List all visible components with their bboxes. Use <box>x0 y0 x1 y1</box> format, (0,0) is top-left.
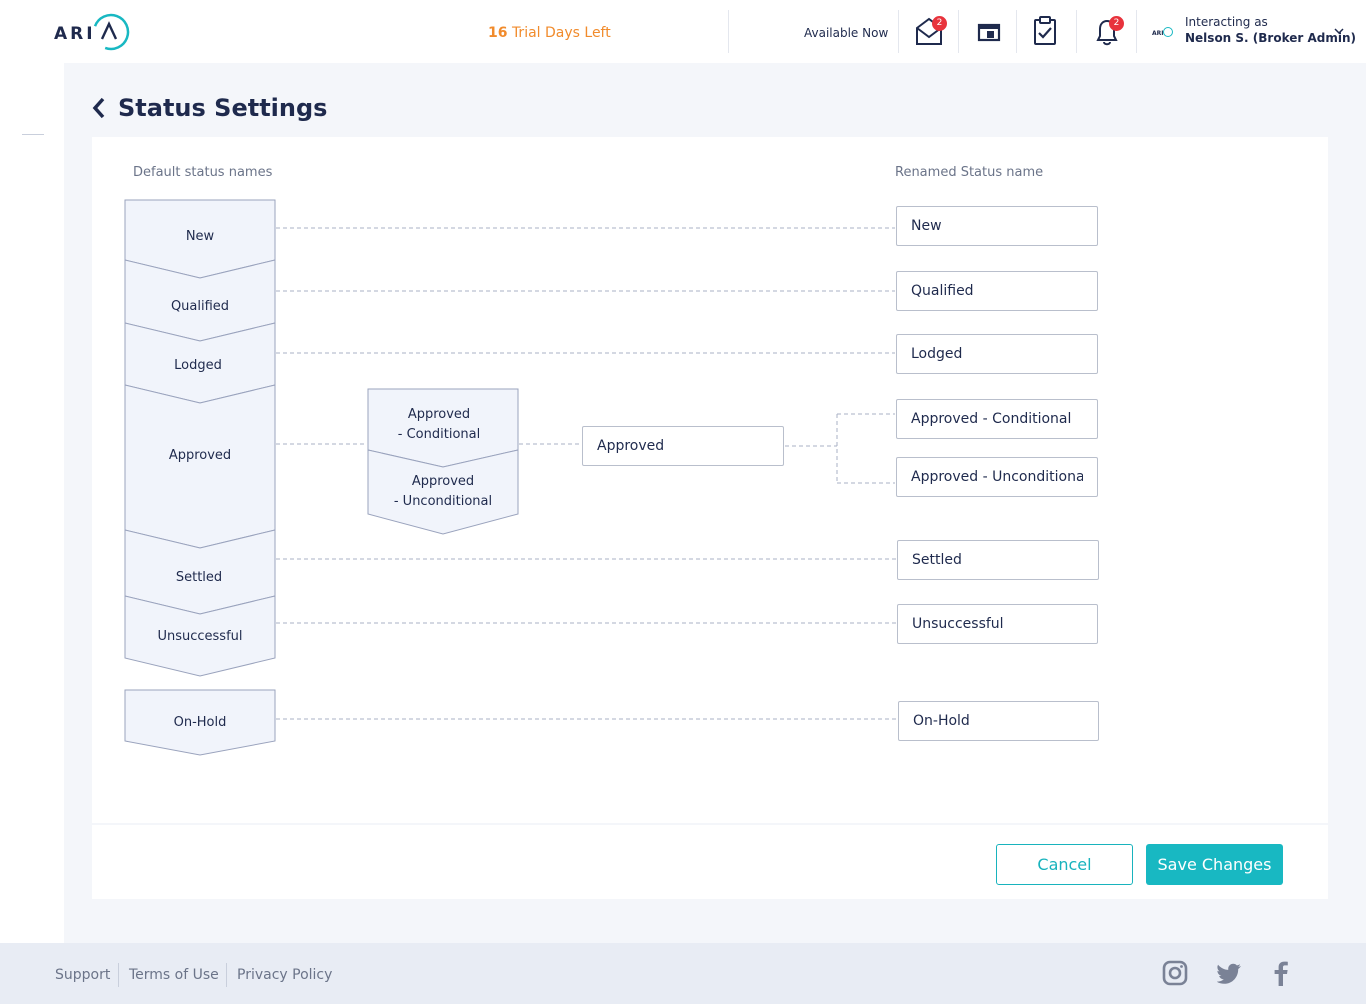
instagram-icon[interactable] <box>1162 960 1188 986</box>
renamed-status-input-settled[interactable] <box>897 540 1099 580</box>
footer-divider <box>118 963 119 987</box>
status-label-line: Approved <box>411 474 475 489</box>
header-divider <box>898 10 899 53</box>
facebook-icon[interactable] <box>1268 960 1294 986</box>
page-title: Status Settings <box>118 94 328 122</box>
interacting-as-label: Interacting as <box>1185 15 1268 29</box>
chevron-down-icon[interactable] <box>1334 27 1344 35</box>
status-label-approved-conditional: Approved - Conditional <box>368 405 510 445</box>
status-label-line: Approved <box>407 407 471 422</box>
status-label-lodged: Lodged <box>174 358 222 373</box>
status-label-settled: Settled <box>175 570 223 585</box>
renamed-status-input-on-hold[interactable] <box>898 701 1099 741</box>
save-changes-button[interactable]: Save Changes <box>1146 844 1283 885</box>
renamed-status-input-lodged[interactable] <box>896 334 1098 374</box>
svg-text:ARI: ARI <box>1152 30 1164 37</box>
current-user-name[interactable]: Nelson S. (Broker Admin) <box>1185 31 1356 45</box>
status-label-approved: Approved <box>168 448 232 463</box>
status-segment-approved[interactable] <box>124 384 276 549</box>
trial-days-text: Trial Days Left <box>511 25 611 41</box>
status-label-line: - Conditional <box>397 427 481 442</box>
default-status-column-label: Default status names <box>133 165 273 180</box>
top-header: ARI 16 Trial Days Left Available Now 2 2… <box>0 0 1366 63</box>
header-divider <box>728 10 729 53</box>
footer-link-support[interactable]: Support <box>55 967 110 983</box>
notifications-badge: 2 <box>1109 16 1124 31</box>
header-divider <box>958 10 959 53</box>
renamed-status-input-qualified[interactable] <box>896 271 1098 311</box>
twitter-icon[interactable] <box>1217 960 1243 986</box>
status-mapping-card <box>92 137 1328 823</box>
tasks-clipboard-icon[interactable] <box>1030 14 1060 48</box>
svg-text:ARI: ARI <box>54 24 96 44</box>
approved-group-name-input[interactable] <box>582 426 784 466</box>
footer-link-privacy[interactable]: Privacy Policy <box>237 967 332 983</box>
status-label-qualified: Qualified <box>170 299 230 314</box>
cancel-button[interactable]: Cancel <box>996 844 1133 885</box>
renamed-status-input-unsuccessful[interactable] <box>897 604 1098 644</box>
header-divider <box>1136 10 1137 53</box>
status-label-line: - Unconditional <box>393 494 493 509</box>
footer-link-terms[interactable]: Terms of Use <box>129 967 219 983</box>
form-actions-bar <box>92 825 1328 899</box>
header-divider <box>1016 10 1017 53</box>
footer-divider <box>226 963 227 987</box>
account-logo-icon: ARI <box>1152 27 1173 37</box>
status-label-new: New <box>185 229 215 244</box>
sidebar-collapse-handle[interactable] <box>22 134 44 135</box>
calendar-icon[interactable] <box>974 14 1004 48</box>
trial-days-count: 16 <box>488 25 508 41</box>
trial-days-left: 16 Trial Days Left <box>488 25 611 41</box>
renamed-status-input-new[interactable] <box>896 206 1098 246</box>
renamed-status-input-approved-conditional[interactable] <box>896 399 1098 439</box>
renamed-status-input-approved-unconditional[interactable] <box>896 457 1098 497</box>
back-chevron-icon[interactable] <box>92 97 106 119</box>
messages-badge: 2 <box>932 16 947 31</box>
status-label-unsuccessful: Unsuccessful <box>157 629 243 644</box>
availability-status[interactable]: Available Now <box>804 26 888 40</box>
status-label-on-hold: On-Hold <box>173 715 227 730</box>
renamed-status-column-label: Renamed Status name <box>895 165 1044 180</box>
header-divider <box>1076 10 1077 53</box>
status-label-approved-unconditional: Approved - Unconditional <box>368 472 518 512</box>
aria-logo[interactable]: ARI <box>54 12 134 52</box>
